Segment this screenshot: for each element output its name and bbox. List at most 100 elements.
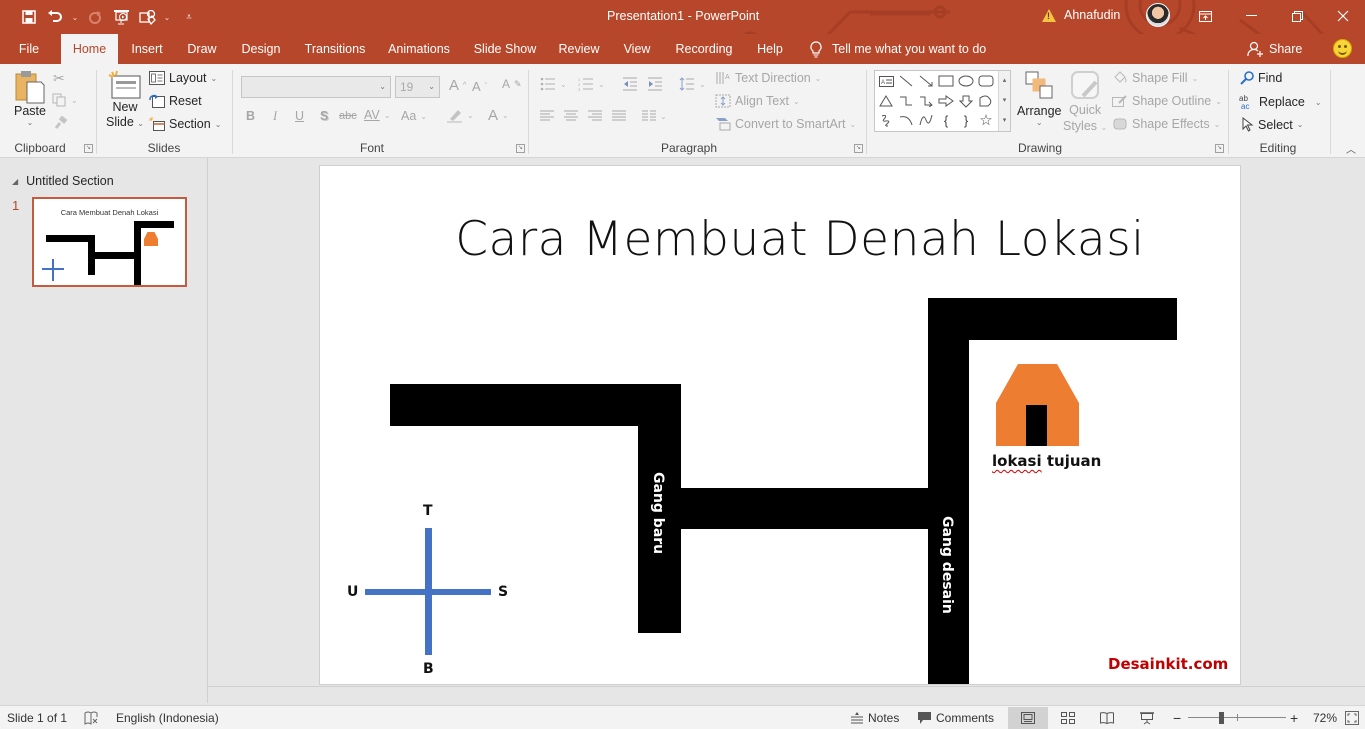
shapes-dropdown-icon[interactable]: ⌄	[162, 13, 172, 22]
spell-check-icon[interactable]	[84, 706, 99, 729]
underline-button[interactable]: U	[295, 109, 304, 123]
font-color-button[interactable]: A ⌄	[488, 107, 509, 124]
normal-view-icon[interactable]	[1008, 707, 1048, 729]
shapes-gallery[interactable]: A { } ☆ ▴ ▾ ▾	[874, 70, 1011, 132]
avatar[interactable]	[1146, 3, 1170, 27]
house-icon[interactable]	[996, 364, 1079, 446]
down-arrow-shape-icon[interactable]	[956, 92, 976, 110]
shape-fill-button[interactable]: Shape Fill ⌄	[1112, 71, 1198, 85]
curve-shape-icon[interactable]	[916, 111, 936, 129]
arc-shape-icon[interactable]	[896, 111, 916, 129]
road-label-gang-desain[interactable]: Gang desain	[939, 516, 955, 614]
tab-help[interactable]: Help	[753, 34, 787, 64]
increase-indent-icon[interactable]	[647, 77, 663, 91]
zoom-in-button[interactable]: +	[1290, 706, 1298, 729]
customize-qat-icon[interactable]: ⩡	[176, 6, 202, 28]
scroll-down-icon[interactable]: ▾	[999, 91, 1010, 111]
change-case-button[interactable]: Aa ⌄	[401, 109, 427, 123]
line-spacing-button[interactable]: ⌄	[679, 77, 706, 91]
share-button[interactable]: Share	[1247, 34, 1302, 64]
elbow-connector-shape-icon[interactable]	[896, 92, 916, 110]
shadow-button[interactable]: S	[320, 109, 328, 123]
rounded-rectangle-shape-icon[interactable]	[976, 72, 996, 90]
star-shape-icon[interactable]: ☆	[976, 111, 996, 129]
font-size-combo[interactable]: 19 ⌄	[395, 76, 440, 98]
tab-home[interactable]: Home	[61, 34, 118, 64]
tab-animations[interactable]: Animations	[385, 34, 453, 64]
font-launcher-icon[interactable]: ↘	[516, 144, 525, 153]
tab-draw[interactable]: Draw	[182, 34, 222, 64]
format-painter-icon[interactable]	[54, 116, 68, 130]
columns-button[interactable]: ⌄	[642, 110, 667, 122]
zoom-level[interactable]: 72%	[1313, 706, 1337, 729]
decrease-font-size-icon[interactable]: Aˇ	[472, 79, 487, 94]
tab-file[interactable]: File	[10, 34, 48, 64]
text-box-shape-icon[interactable]: A	[876, 72, 896, 90]
compass-horizontal-bar[interactable]	[365, 589, 491, 595]
collapse-section-icon[interactable]: ◢	[12, 177, 18, 186]
shapes-icon[interactable]	[136, 6, 158, 28]
elbow-arrow-shape-icon[interactable]	[916, 92, 936, 110]
comments-button[interactable]: Comments	[918, 706, 994, 729]
align-left-icon[interactable]	[540, 110, 554, 122]
destination-label[interactable]: lokasi tujuan	[992, 452, 1101, 470]
increase-font-size-icon[interactable]: A ^	[449, 77, 466, 94]
shape-effects-button[interactable]: Shape Effects ⌄	[1112, 117, 1220, 131]
cut-icon[interactable]: ✂	[53, 70, 65, 87]
find-button[interactable]: Find	[1240, 71, 1282, 85]
drawing-launcher-icon[interactable]: ↘	[1215, 144, 1224, 153]
numbering-button[interactable]: 1 2 3 ⌄	[578, 77, 605, 91]
notes-button[interactable]: Notes	[851, 706, 899, 729]
feedback-smiley-icon[interactable]	[1333, 39, 1352, 58]
tab-slide-show[interactable]: Slide Show	[472, 34, 538, 64]
replace-button[interactable]: ab ac Replace ⌄	[1238, 94, 1322, 110]
save-icon[interactable]	[18, 6, 40, 28]
tab-review[interactable]: Review	[555, 34, 603, 64]
close-icon[interactable]	[1320, 0, 1365, 32]
bold-button[interactable]: B	[246, 109, 255, 123]
decrease-indent-icon[interactable]	[622, 77, 638, 91]
arrange-button[interactable]: Arrange ⌄	[1017, 70, 1061, 127]
tab-recording[interactable]: Recording	[672, 34, 736, 64]
tab-view[interactable]: View	[619, 34, 655, 64]
layout-button[interactable]: Layout ⌄	[149, 71, 217, 85]
restore-icon[interactable]	[1274, 0, 1320, 32]
copy-icon[interactable]: ⌄	[52, 93, 78, 107]
oval-shape-icon[interactable]	[956, 72, 976, 90]
justify-icon[interactable]	[612, 110, 626, 122]
gallery-scrollbar[interactable]: ▴ ▾ ▾	[998, 71, 1010, 131]
clipboard-launcher-icon[interactable]: ↘	[84, 144, 93, 153]
line-shape-icon[interactable]	[896, 72, 916, 90]
slide-show-view-icon[interactable]	[1127, 707, 1167, 729]
reading-view-icon[interactable]	[1087, 707, 1127, 729]
new-slide-button[interactable]: New Slide ⌄	[106, 70, 144, 131]
highlight-color-button[interactable]: ⌄	[446, 108, 474, 123]
quick-styles-button[interactable]: Quick Styles ⌄	[1063, 70, 1107, 136]
language-indicator[interactable]: English (Indonesia)	[116, 706, 219, 729]
arrow-line-shape-icon[interactable]	[916, 72, 936, 90]
right-brace-shape-icon[interactable]: }	[956, 111, 976, 129]
user-account[interactable]: Ahnafudin	[1042, 8, 1120, 22]
present-from-beginning-icon[interactable]	[110, 6, 132, 28]
align-text-button[interactable]: Align Text ⌄	[715, 94, 800, 108]
select-button[interactable]: Select ⌄	[1242, 117, 1303, 132]
section-header[interactable]: ◢ Untitled Section	[12, 174, 114, 188]
tab-design[interactable]: Design	[237, 34, 285, 64]
zoom-out-button[interactable]: −	[1173, 706, 1181, 729]
rectangle-shape-icon[interactable]	[936, 72, 956, 90]
freeform-shape-icon[interactable]	[976, 92, 996, 110]
italic-button[interactable]: I	[273, 109, 277, 124]
paste-button[interactable]: Paste ⌄	[14, 70, 46, 127]
right-arrow-shape-icon[interactable]	[936, 92, 956, 110]
fit-slide-icon[interactable]	[1345, 706, 1359, 729]
redo-icon[interactable]	[84, 6, 106, 28]
undo-icon[interactable]	[44, 6, 66, 28]
convert-smartart-button[interactable]: Convert to SmartArt ⌄	[715, 117, 856, 131]
undo-dropdown-icon[interactable]: ⌄	[70, 13, 80, 22]
strikethrough-button[interactable]: abc	[339, 110, 357, 122]
zoom-slider-thumb[interactable]	[1219, 712, 1224, 724]
tab-transitions[interactable]: Transitions	[302, 34, 368, 64]
left-brace-shape-icon[interactable]: {	[936, 111, 956, 129]
shape-outline-button[interactable]: Shape Outline ⌄	[1112, 94, 1222, 108]
align-center-icon[interactable]	[564, 110, 578, 122]
